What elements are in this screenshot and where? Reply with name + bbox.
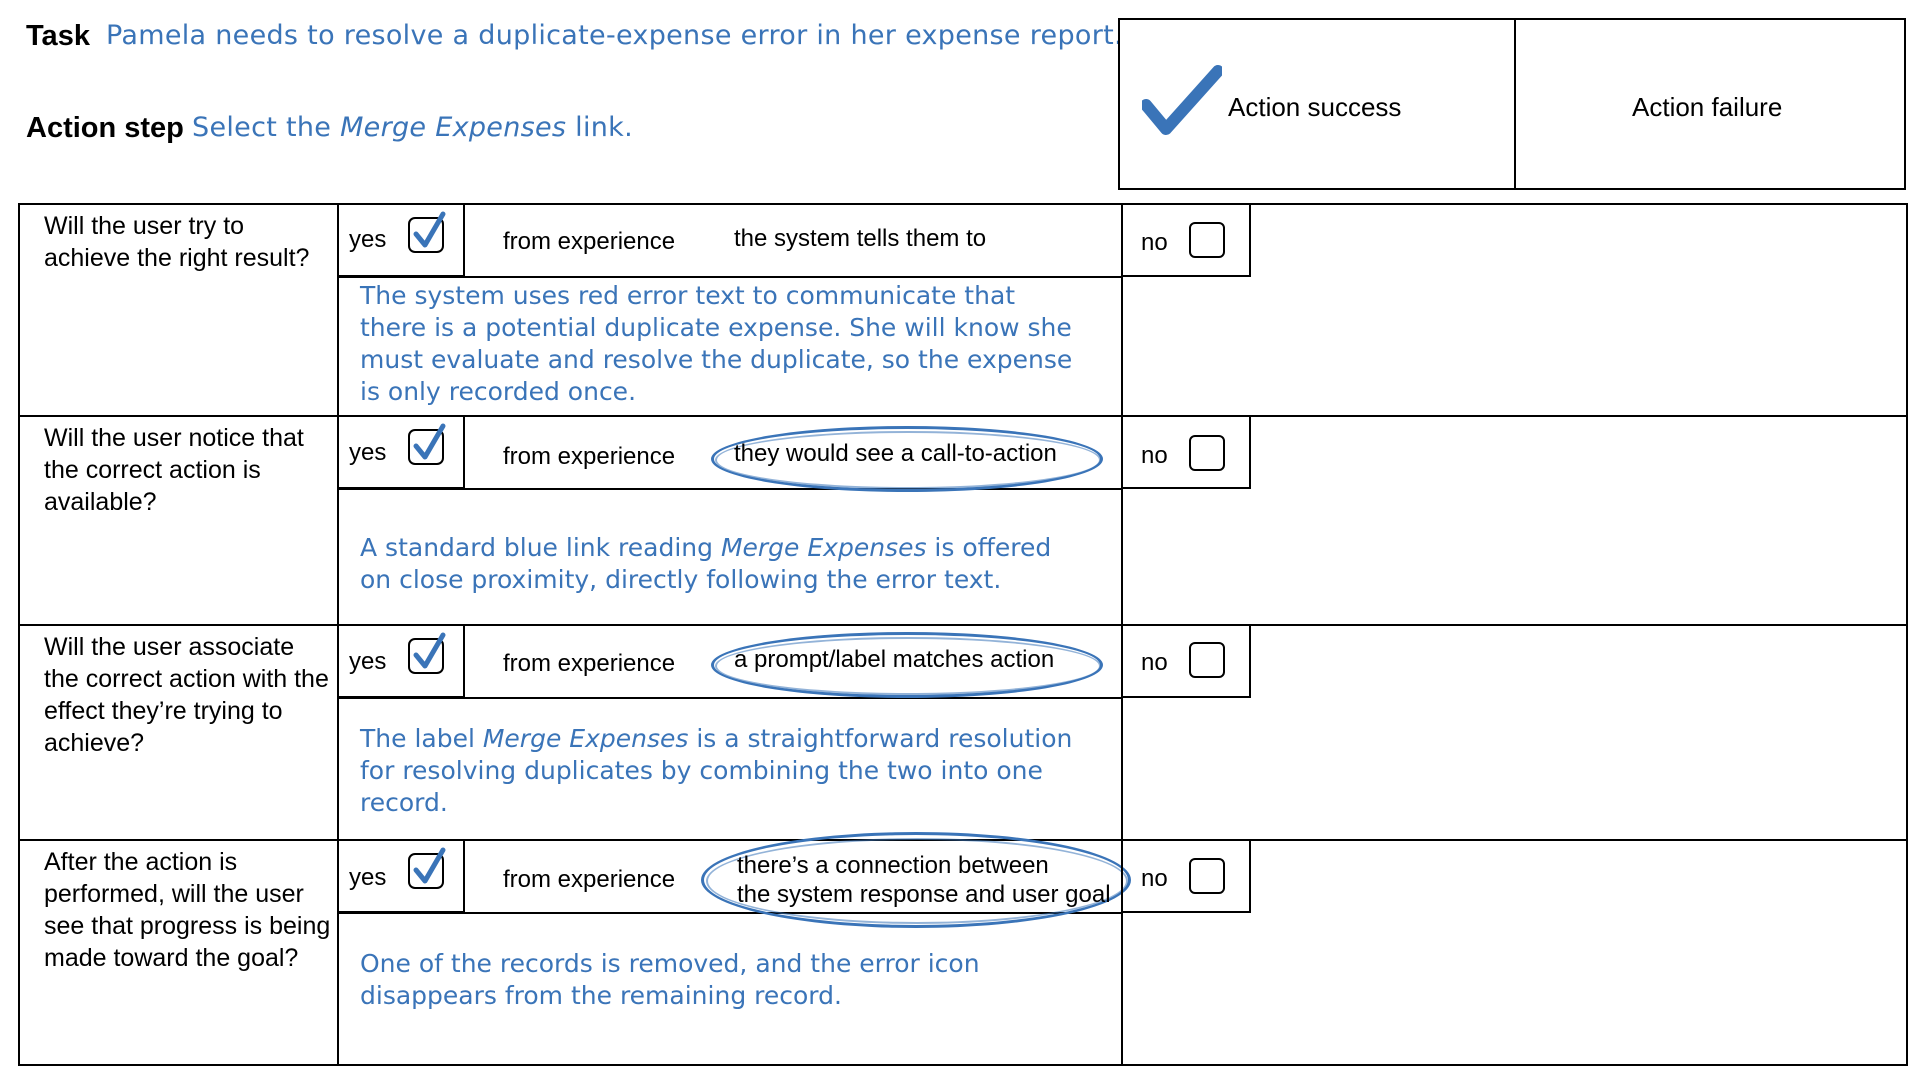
note-3-pre: The label [360, 724, 483, 753]
task-label: Task [26, 20, 90, 52]
note-2: A standard blue link reading Merge Expen… [360, 532, 1100, 596]
action-step-link-name: Merge Expenses [340, 112, 567, 143]
note-3-line3: record. [360, 788, 448, 817]
reason-1: the system tells them to [734, 225, 987, 252]
note-2-post: is offered [926, 533, 1052, 562]
row-1-subdivider [337, 276, 1122, 278]
from-experience-2: from experience [503, 443, 676, 470]
question-2: Will the user notice that the correct ac… [44, 424, 304, 516]
yes-label-4: yes [349, 864, 387, 891]
checkbox-checked-icon[interactable] [407, 422, 447, 466]
yes-label-3: yes [349, 648, 387, 675]
checkbox-checked-icon[interactable] [407, 846, 447, 890]
note-2-line2: on close proximity, directly following t… [360, 565, 1002, 594]
task-text: Pamela needs to resolve a duplicate-expe… [106, 20, 1123, 51]
action-step-suffix: link. [566, 112, 633, 143]
action-step-text: Select the Merge Expenses link. [192, 112, 633, 143]
yes-label-1: yes [349, 226, 387, 253]
checkbox-empty-icon[interactable] [1189, 642, 1225, 678]
note-3-italic: Merge Expenses [482, 724, 689, 753]
reason-4-line1: there’s a connection between [737, 852, 1049, 879]
row-2-subdivider [337, 488, 1122, 490]
row-divider-1 [18, 415, 1908, 417]
question-3: Will the user associate the correct acti… [44, 633, 329, 757]
note-4: One of the records is removed, and the e… [360, 948, 1100, 1012]
checkmark-icon [1142, 65, 1222, 135]
from-experience-3: from experience [503, 650, 676, 677]
note-3-line2: for resolving duplicates by combining th… [360, 756, 1043, 785]
no-label-3: no [1141, 649, 1168, 676]
note-2-pre: A standard blue link reading [360, 533, 721, 562]
reason-4: there’s a connection between the system … [737, 851, 1111, 909]
checkbox-empty-icon[interactable] [1189, 858, 1225, 894]
row-3-subdivider [337, 697, 1122, 699]
from-experience-1: from experience [503, 228, 676, 255]
checkbox-empty-icon[interactable] [1189, 222, 1225, 258]
reason-3: a prompt/label matches action [734, 646, 1055, 673]
checkbox-checked-icon[interactable] [407, 210, 447, 254]
no-label-4: no [1141, 865, 1168, 892]
yes-label-2: yes [349, 439, 387, 466]
action-step-prefix: Select the [192, 112, 341, 143]
checkbox-checked-icon[interactable] [407, 631, 447, 675]
note-2-italic: Merge Expenses [720, 533, 927, 562]
action-success-label: Action success [1228, 92, 1402, 122]
note-1: The system uses red error text to commun… [360, 281, 1073, 406]
reason-4-line2: the system response and user goal [737, 881, 1111, 908]
action-step-label: Action step [26, 112, 184, 144]
action-success-box[interactable]: Action success [1118, 18, 1516, 190]
note-4-line2: disappears from the remaining record. [360, 981, 842, 1010]
reason-2: they would see a call-to-action [734, 440, 1057, 467]
from-experience-4: from experience [503, 866, 676, 893]
action-failure-label: Action failure [1632, 92, 1783, 122]
note-3-post: is a straightforward resolution [688, 724, 1073, 753]
note-4-line1: One of the records is removed, and the e… [360, 949, 980, 978]
note-3: The label Merge Expenses is a straightfo… [360, 723, 1120, 819]
action-failure-box[interactable]: Action failure [1514, 18, 1906, 190]
question-4: After the action is performed, will the … [44, 848, 331, 972]
no-label-1: no [1141, 229, 1168, 256]
row-divider-2 [18, 624, 1908, 626]
question-1: Will the user try to achieve the right r… [44, 212, 310, 272]
checkbox-empty-icon[interactable] [1189, 435, 1225, 471]
no-label-2: no [1141, 442, 1168, 469]
